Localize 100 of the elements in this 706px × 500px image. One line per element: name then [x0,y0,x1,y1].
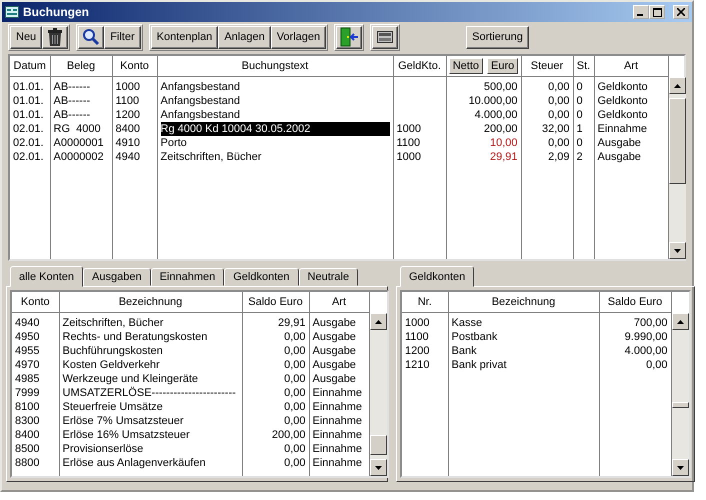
table-cell: 8400 [15,429,40,441]
table-cell: 8100 [15,401,40,413]
toolbar-button[interactable]: Kontenplan [150,26,218,48]
scroll-down-button[interactable] [672,459,688,476]
table-cell: Erlöse aus Anlagenverkäufen [62,457,206,469]
table-cell: 01.01. [13,95,44,107]
table-cell: 700,00 [634,317,668,329]
toolbar-button[interactable]: Anlagen [218,26,271,48]
column-header: Bezeichnung [448,292,599,312]
table-cell: Ausgabe [312,373,356,385]
table-cell: Einnahme [312,457,362,469]
scroll-up-button[interactable] [668,77,686,94]
table-cell: RG 4000 [54,123,101,135]
table-cell: Anfangsbestand [160,95,240,107]
table-cell: 1200 [405,345,430,357]
toolbar-button[interactable]: Filter [104,26,141,48]
trash-icon[interactable] [42,26,68,48]
table-cell: Zeitschriften, Bücher [160,151,262,163]
maximize-button[interactable] [649,5,665,19]
table-cell: 8300 [15,415,40,427]
column-header: Buchungstext [157,56,393,76]
table-cell: 0,00 [284,415,306,427]
table-cell: 0,00 [284,457,306,469]
minimize-button[interactable] [633,5,649,19]
tab[interactable]: alle Konten [10,266,84,287]
column-header: Nr. [402,292,448,312]
column-header: Saldo Euro [242,292,309,312]
table-cell: Einnahme [312,401,362,413]
toolbar-button[interactable]: Neu [10,26,42,48]
table-cell: Ausgabe [598,151,641,163]
column-header: Steuer [521,56,573,76]
scroll-up-button[interactable] [370,313,386,330]
table-cell: Kasse [452,317,482,329]
table-cell: Rechts- und Beratungskosten [62,331,208,343]
toolbar-button[interactable]: Sortierung [466,26,529,48]
table-cell: 4.000,00 [624,345,668,357]
table-cell: Provisionserlöse [62,443,144,455]
table-cell: 1100 [405,331,429,343]
table-cell: Bank privat [452,359,507,371]
table-cell: 0 [576,81,583,93]
selected-cell[interactable]: Rg 4000 Kd 10004 30.05.2002 [160,122,390,136]
column-header: Saldo Euro [599,292,671,312]
table-cell: 01.01. [13,109,44,121]
window-icon [5,6,19,18]
column-header: Konto [12,292,59,312]
amount-cell: 4.000,00 [474,109,518,121]
table-cell: 0,00 [548,95,570,107]
table-cell: 1000 [405,317,430,329]
down-arrow-icon [374,466,382,470]
table-cell: Einnahme [312,443,362,455]
scroll-thumb[interactable] [370,435,386,455]
table-cell: Werkzeuge und Kleingeräte [62,373,198,385]
toolbar-button[interactable]: Vorlagen [270,26,326,48]
table-cell: Geldkonto [598,81,648,93]
scroll-thumb[interactable] [672,402,688,408]
column-header: Art [309,292,369,312]
up-arrow-icon [374,320,382,324]
close-button[interactable] [673,5,689,19]
scroll-up-button[interactable] [672,313,688,330]
table-cell: 0,00 [646,359,668,371]
column-toggle-button[interactable]: Netto [448,58,484,74]
scroll-down-button[interactable] [370,459,386,476]
table-cell: Einnahme [598,123,648,135]
table-cell: 0,00 [284,331,306,343]
search-icon[interactable] [78,26,104,48]
scroll-thumb[interactable] [668,98,686,184]
column-toggle-button[interactable]: Euro [487,58,518,74]
table-cell: Zeitschriften, Bücher [62,317,164,329]
column-header: Konto [112,56,157,76]
table-cell: Ausgabe [598,137,641,149]
tab[interactable]: Geldkonten [400,266,474,287]
down-arrow-icon [674,248,680,252]
table-cell: 0,00 [284,345,306,357]
table-cell: Geldkonto [598,109,648,121]
tab[interactable]: Ausgaben [83,268,151,286]
tab[interactable]: Geldkonten [224,268,299,286]
table-cell: 02.01. [13,123,44,135]
tab[interactable]: Neutrale [298,268,358,286]
table-cell: Porto [160,137,187,149]
amount-cell: 200,00 [484,123,518,135]
scroll-down-button[interactable] [668,242,686,259]
table-cell: 200,00 [272,429,306,441]
table-cell: 1000 [396,151,421,163]
table-cell: 0 [576,109,583,121]
tab[interactable]: Einnahmen [150,268,224,286]
table-cell: 0,00 [548,109,570,121]
exit-door-icon[interactable] [336,26,362,48]
column-header: Bezeichnung [59,292,242,312]
down-arrow-icon [676,466,684,470]
table-cell: AB------ [54,109,90,121]
table-cell: 0,00 [548,137,570,149]
table-cell: 0,00 [284,359,306,371]
table-cell: 8400 [116,123,140,135]
maximize-icon [652,8,662,16]
table-cell: Buchführungskosten [62,345,163,357]
column-header: GeldKto. [393,56,446,76]
table-cell: Erlöse 16% Umsatzsteuer [62,429,190,441]
amount-cell: 29,91 [490,151,518,163]
table-cell: 0,00 [284,401,306,413]
table-cell: 29,91 [278,317,306,329]
